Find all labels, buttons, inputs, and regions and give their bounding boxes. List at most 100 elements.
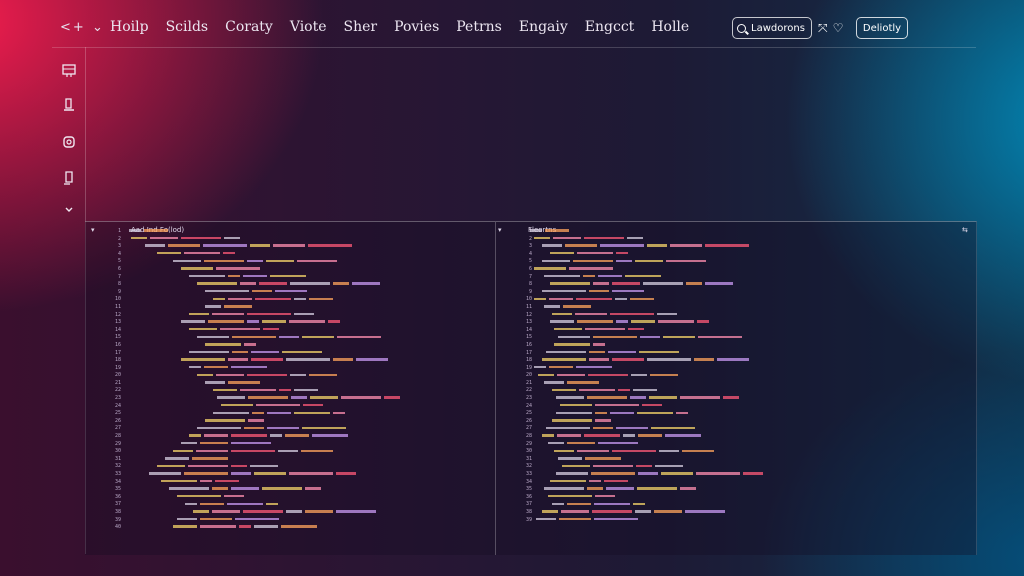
chevron-down-icon[interactable] [62, 203, 76, 217]
code-line[interactable]: 7 [496, 274, 976, 282]
code-line[interactable]: 25 [496, 410, 976, 418]
code-line[interactable]: 22 [85, 387, 495, 395]
code-line[interactable]: 33 [496, 471, 976, 479]
code-line[interactable]: 37 [85, 501, 495, 509]
code-line[interactable]: 6 [496, 266, 976, 274]
editor-panel-left[interactable]: ▾ Aad Ind Fo(lod) 1234567891011121314151… [85, 221, 496, 555]
code-line[interactable]: 8 [85, 281, 495, 289]
search-input[interactable]: Lawdorons [732, 17, 812, 39]
code-line[interactable]: 22 [496, 387, 976, 395]
code-line[interactable]: 2 [85, 236, 495, 244]
code-line[interactable]: 23 [496, 395, 976, 403]
code-line[interactable]: 15 [85, 334, 495, 342]
code-line[interactable]: 20 [496, 372, 976, 380]
menu-item[interactable]: Sher [344, 19, 378, 35]
code-line[interactable]: 32 [496, 463, 976, 471]
code-line[interactable]: 39 [496, 517, 976, 525]
code-line[interactable]: 14 [85, 327, 495, 335]
code-line[interactable]: 32 [85, 463, 495, 471]
menu-item[interactable]: Viote [290, 19, 327, 35]
code-line[interactable]: 29 [85, 441, 495, 449]
document-icon[interactable] [62, 98, 76, 112]
code-line[interactable]: 19 [496, 365, 976, 373]
code-line[interactable]: 34 [85, 479, 495, 487]
deploy-button[interactable]: Deliotly [856, 17, 908, 39]
menu-item[interactable]: Povies [394, 19, 439, 35]
code-line[interactable]: 31 [85, 456, 495, 464]
code-line[interactable]: 26 [85, 418, 495, 426]
code-line[interactable]: 25 [85, 410, 495, 418]
code-line[interactable]: 23 [85, 395, 495, 403]
code-line[interactable]: 12 [496, 312, 976, 320]
code-line[interactable]: 17 [85, 350, 495, 358]
code-line[interactable]: 1 [496, 228, 976, 236]
code-line[interactable]: 7 [85, 274, 495, 282]
code-line[interactable]: 16 [496, 342, 976, 350]
code-line[interactable]: 35 [496, 486, 976, 494]
code-line[interactable]: 26 [496, 418, 976, 426]
code-line[interactable]: 17 [496, 350, 976, 358]
menu-item[interactable]: Holle [651, 19, 689, 35]
code-line[interactable]: 35 [85, 486, 495, 494]
code-line[interactable]: 31 [496, 456, 976, 464]
code-line[interactable]: 10 [496, 296, 976, 304]
code-line[interactable]: 38 [85, 509, 495, 517]
code-line[interactable]: 21 [496, 380, 976, 388]
menu-item[interactable]: Petrns [456, 19, 502, 35]
code-line[interactable]: 33 [85, 471, 495, 479]
code-line[interactable]: 2 [496, 236, 976, 244]
menu-item[interactable]: Engcct [585, 19, 635, 35]
code-line[interactable]: 15 [496, 334, 976, 342]
code-line[interactable]: 9 [496, 289, 976, 297]
code-line[interactable]: 14 [496, 327, 976, 335]
expand-icon[interactable]: ⤧ [818, 21, 833, 35]
menu-item[interactable]: Engaiy [519, 19, 568, 35]
code-line[interactable]: 20 [85, 372, 495, 380]
code-line[interactable]: 9 [85, 289, 495, 297]
code-line[interactable]: 36 [496, 494, 976, 502]
code-line[interactable]: 13 [496, 319, 976, 327]
file-icon[interactable] [62, 171, 76, 185]
code-line[interactable]: 13 [85, 319, 495, 327]
code-line[interactable]: 30 [496, 448, 976, 456]
code-line[interactable]: 16 [85, 342, 495, 350]
code-line[interactable]: 3 [85, 243, 495, 251]
code-line[interactable]: 12 [85, 312, 495, 320]
code-line[interactable]: 5 [85, 258, 495, 266]
code-line[interactable]: 36 [85, 494, 495, 502]
menu-item[interactable]: Scilds [166, 19, 209, 35]
code-line[interactable]: 18 [85, 357, 495, 365]
code-line[interactable]: 30 [85, 448, 495, 456]
code-line[interactable]: 28 [85, 433, 495, 441]
code-line[interactable]: 39 [85, 517, 495, 525]
code-area[interactable]: 1234567891011121314151617181920212223242… [85, 228, 495, 532]
code-line[interactable]: 4 [496, 251, 976, 259]
code-line[interactable]: 4 [85, 251, 495, 259]
code-line[interactable]: 29 [496, 441, 976, 449]
code-line[interactable]: 21 [85, 380, 495, 388]
dashboard-icon[interactable] [62, 64, 76, 78]
code-line[interactable]: 3 [496, 243, 976, 251]
code-line[interactable]: 40 [85, 524, 495, 532]
back-icon[interactable]: < [60, 20, 73, 35]
code-line[interactable]: 27 [85, 425, 495, 433]
code-line[interactable]: 28 [496, 433, 976, 441]
location-icon[interactable]: ♡ [833, 21, 849, 35]
chevron-down-icon[interactable]: ⌄ [92, 20, 105, 35]
code-line[interactable]: 5 [496, 258, 976, 266]
code-line[interactable]: 24 [85, 403, 495, 411]
menu-item[interactable]: Hoilp [110, 19, 149, 35]
code-line[interactable]: 6 [85, 266, 495, 274]
code-line[interactable]: 11 [85, 304, 495, 312]
code-line[interactable]: 27 [496, 425, 976, 433]
code-line[interactable]: 34 [496, 479, 976, 487]
menu-item[interactable]: Coraty [225, 19, 273, 35]
settings-icon[interactable] [62, 135, 76, 149]
code-line[interactable]: 10 [85, 296, 495, 304]
code-area[interactable]: 1234567891011121314151617181920212223242… [496, 228, 976, 524]
code-line[interactable]: 8 [496, 281, 976, 289]
code-line[interactable]: 24 [496, 403, 976, 411]
code-line[interactable]: 19 [85, 365, 495, 373]
code-line[interactable]: 37 [496, 501, 976, 509]
code-line[interactable]: 1 [85, 228, 495, 236]
